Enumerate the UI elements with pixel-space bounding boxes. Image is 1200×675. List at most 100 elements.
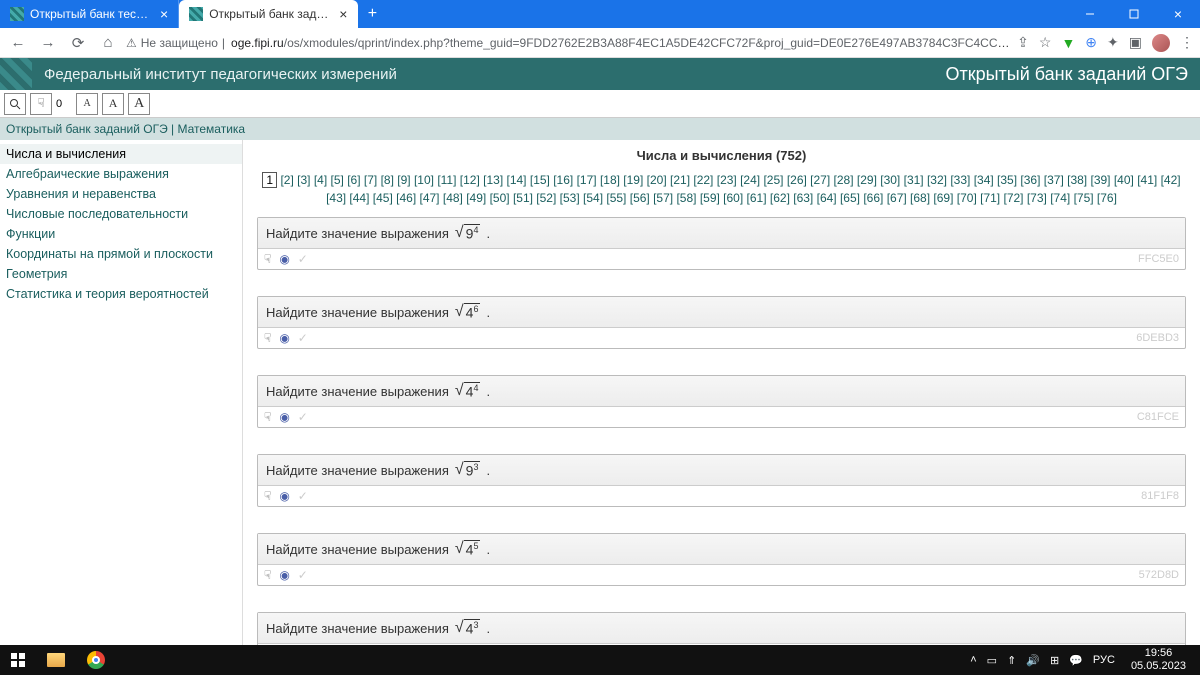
page-link[interactable]: [44]: [349, 191, 369, 205]
share-icon[interactable]: ⇪: [1017, 34, 1029, 51]
view-icon[interactable]: ◉: [279, 410, 289, 424]
select-icon[interactable]: ☟: [264, 252, 271, 266]
page-link[interactable]: [35]: [997, 173, 1017, 187]
page-link[interactable]: [60]: [723, 191, 743, 205]
page-link[interactable]: [6]: [347, 173, 360, 187]
page-link[interactable]: [73]: [1027, 191, 1047, 205]
font-size-medium-button[interactable]: A: [102, 93, 124, 115]
page-link[interactable]: [22]: [693, 173, 713, 187]
page-link[interactable]: [50]: [490, 191, 510, 205]
security-warning[interactable]: ⚠ Не защищено |: [126, 36, 225, 50]
font-size-small-button[interactable]: A: [76, 93, 98, 115]
page-link[interactable]: [23]: [717, 173, 737, 187]
page-link[interactable]: [3]: [297, 173, 310, 187]
page-link[interactable]: [18]: [600, 173, 620, 187]
reload-button[interactable]: ⟳: [66, 31, 90, 55]
select-icon[interactable]: ☟: [264, 568, 271, 582]
page-link[interactable]: [54]: [583, 191, 603, 205]
font-size-large-button[interactable]: A: [128, 93, 150, 115]
page-link[interactable]: [68]: [910, 191, 930, 205]
browser-tab[interactable]: Открытый банк тестовых задан ×: [0, 0, 179, 28]
page-link[interactable]: [28]: [834, 173, 854, 187]
close-window-button[interactable]: ×: [1156, 0, 1200, 28]
page-link[interactable]: [56]: [630, 191, 650, 205]
page-link[interactable]: [21]: [670, 173, 690, 187]
page-link[interactable]: [31]: [904, 173, 924, 187]
page-link[interactable]: [20]: [647, 173, 667, 187]
tray-chevron-icon[interactable]: ˄: [970, 654, 976, 666]
page-link[interactable]: [10]: [414, 173, 434, 187]
check-icon[interactable]: ✓: [298, 568, 308, 582]
page-link[interactable]: [62]: [770, 191, 790, 205]
page-link[interactable]: [52]: [536, 191, 556, 205]
page-link[interactable]: [55]: [606, 191, 626, 205]
page-link[interactable]: [53]: [560, 191, 580, 205]
page-link[interactable]: [67]: [887, 191, 907, 205]
page-link[interactable]: [59]: [700, 191, 720, 205]
page-link[interactable]: [49]: [466, 191, 486, 205]
close-icon[interactable]: ×: [160, 7, 168, 21]
sidebar-item[interactable]: Алгебраические выражения: [0, 164, 242, 184]
page-link[interactable]: [41]: [1137, 173, 1157, 187]
page-link[interactable]: [57]: [653, 191, 673, 205]
page-link[interactable]: [27]: [810, 173, 830, 187]
star-icon[interactable]: ☆: [1039, 34, 1052, 51]
file-explorer-icon[interactable]: [36, 645, 76, 675]
language-indicator[interactable]: РУС: [1093, 654, 1115, 666]
check-icon[interactable]: ✓: [298, 410, 308, 424]
page-link[interactable]: [61]: [747, 191, 767, 205]
page-link[interactable]: [39]: [1090, 173, 1110, 187]
page-link[interactable]: [71]: [980, 191, 1000, 205]
page-link[interactable]: [30]: [880, 173, 900, 187]
page-link[interactable]: [64]: [817, 191, 837, 205]
new-tab-button[interactable]: +: [358, 0, 386, 28]
reading-list-icon[interactable]: ▣: [1129, 34, 1142, 51]
wifi-icon[interactable]: ⇑: [1007, 654, 1016, 667]
sidebar-item[interactable]: Статистика и теория вероятностей: [0, 284, 242, 304]
page-link[interactable]: [9]: [397, 173, 410, 187]
page-link[interactable]: [25]: [763, 173, 783, 187]
home-button[interactable]: ⌂: [96, 31, 120, 55]
page-link[interactable]: [37]: [1044, 173, 1064, 187]
page-link[interactable]: [14]: [507, 173, 527, 187]
extensions-icon[interactable]: ✦: [1107, 34, 1119, 51]
globe-icon[interactable]: ⊕: [1085, 34, 1097, 51]
check-icon[interactable]: ✓: [298, 331, 308, 345]
page-link[interactable]: [63]: [793, 191, 813, 205]
page-link[interactable]: [65]: [840, 191, 860, 205]
back-button[interactable]: ←: [6, 31, 30, 55]
page-link[interactable]: [15]: [530, 173, 550, 187]
close-icon[interactable]: ×: [339, 7, 347, 21]
sidebar-item[interactable]: Координаты на прямой и плоскости: [0, 244, 242, 264]
page-link[interactable]: [47]: [420, 191, 440, 205]
page-link[interactable]: [8]: [381, 173, 394, 187]
notification-icon[interactable]: 💬: [1069, 654, 1083, 667]
sidebar-item[interactable]: Функции: [0, 224, 242, 244]
page-link[interactable]: [16]: [553, 173, 573, 187]
page-link[interactable]: [72]: [1003, 191, 1023, 205]
page-link[interactable]: [29]: [857, 173, 877, 187]
page-link[interactable]: [17]: [577, 173, 597, 187]
battery-icon[interactable]: ▭: [987, 654, 997, 667]
maximize-button[interactable]: [1112, 0, 1156, 28]
page-link[interactable]: [70]: [957, 191, 977, 205]
page-link[interactable]: [32]: [927, 173, 947, 187]
page-link[interactable]: [34]: [974, 173, 994, 187]
menu-icon[interactable]: ⋮: [1180, 34, 1194, 51]
start-button[interactable]: [0, 653, 36, 667]
page-link[interactable]: [66]: [863, 191, 883, 205]
page-link[interactable]: [48]: [443, 191, 463, 205]
clock[interactable]: 19:56 05.05.2023: [1125, 647, 1192, 673]
search-button[interactable]: [4, 93, 26, 115]
page-link[interactable]: [4]: [314, 173, 327, 187]
select-icon[interactable]: ☟: [264, 489, 271, 503]
select-icon[interactable]: ☟: [264, 410, 271, 424]
site-logo-icon[interactable]: [0, 58, 32, 90]
profile-avatar[interactable]: [1152, 34, 1170, 52]
page-link[interactable]: [58]: [676, 191, 696, 205]
page-link[interactable]: [19]: [623, 173, 643, 187]
page-link[interactable]: [45]: [373, 191, 393, 205]
sidebar-item[interactable]: Уравнения и неравенства: [0, 184, 242, 204]
page-link[interactable]: [74]: [1050, 191, 1070, 205]
page-link[interactable]: [76]: [1097, 191, 1117, 205]
